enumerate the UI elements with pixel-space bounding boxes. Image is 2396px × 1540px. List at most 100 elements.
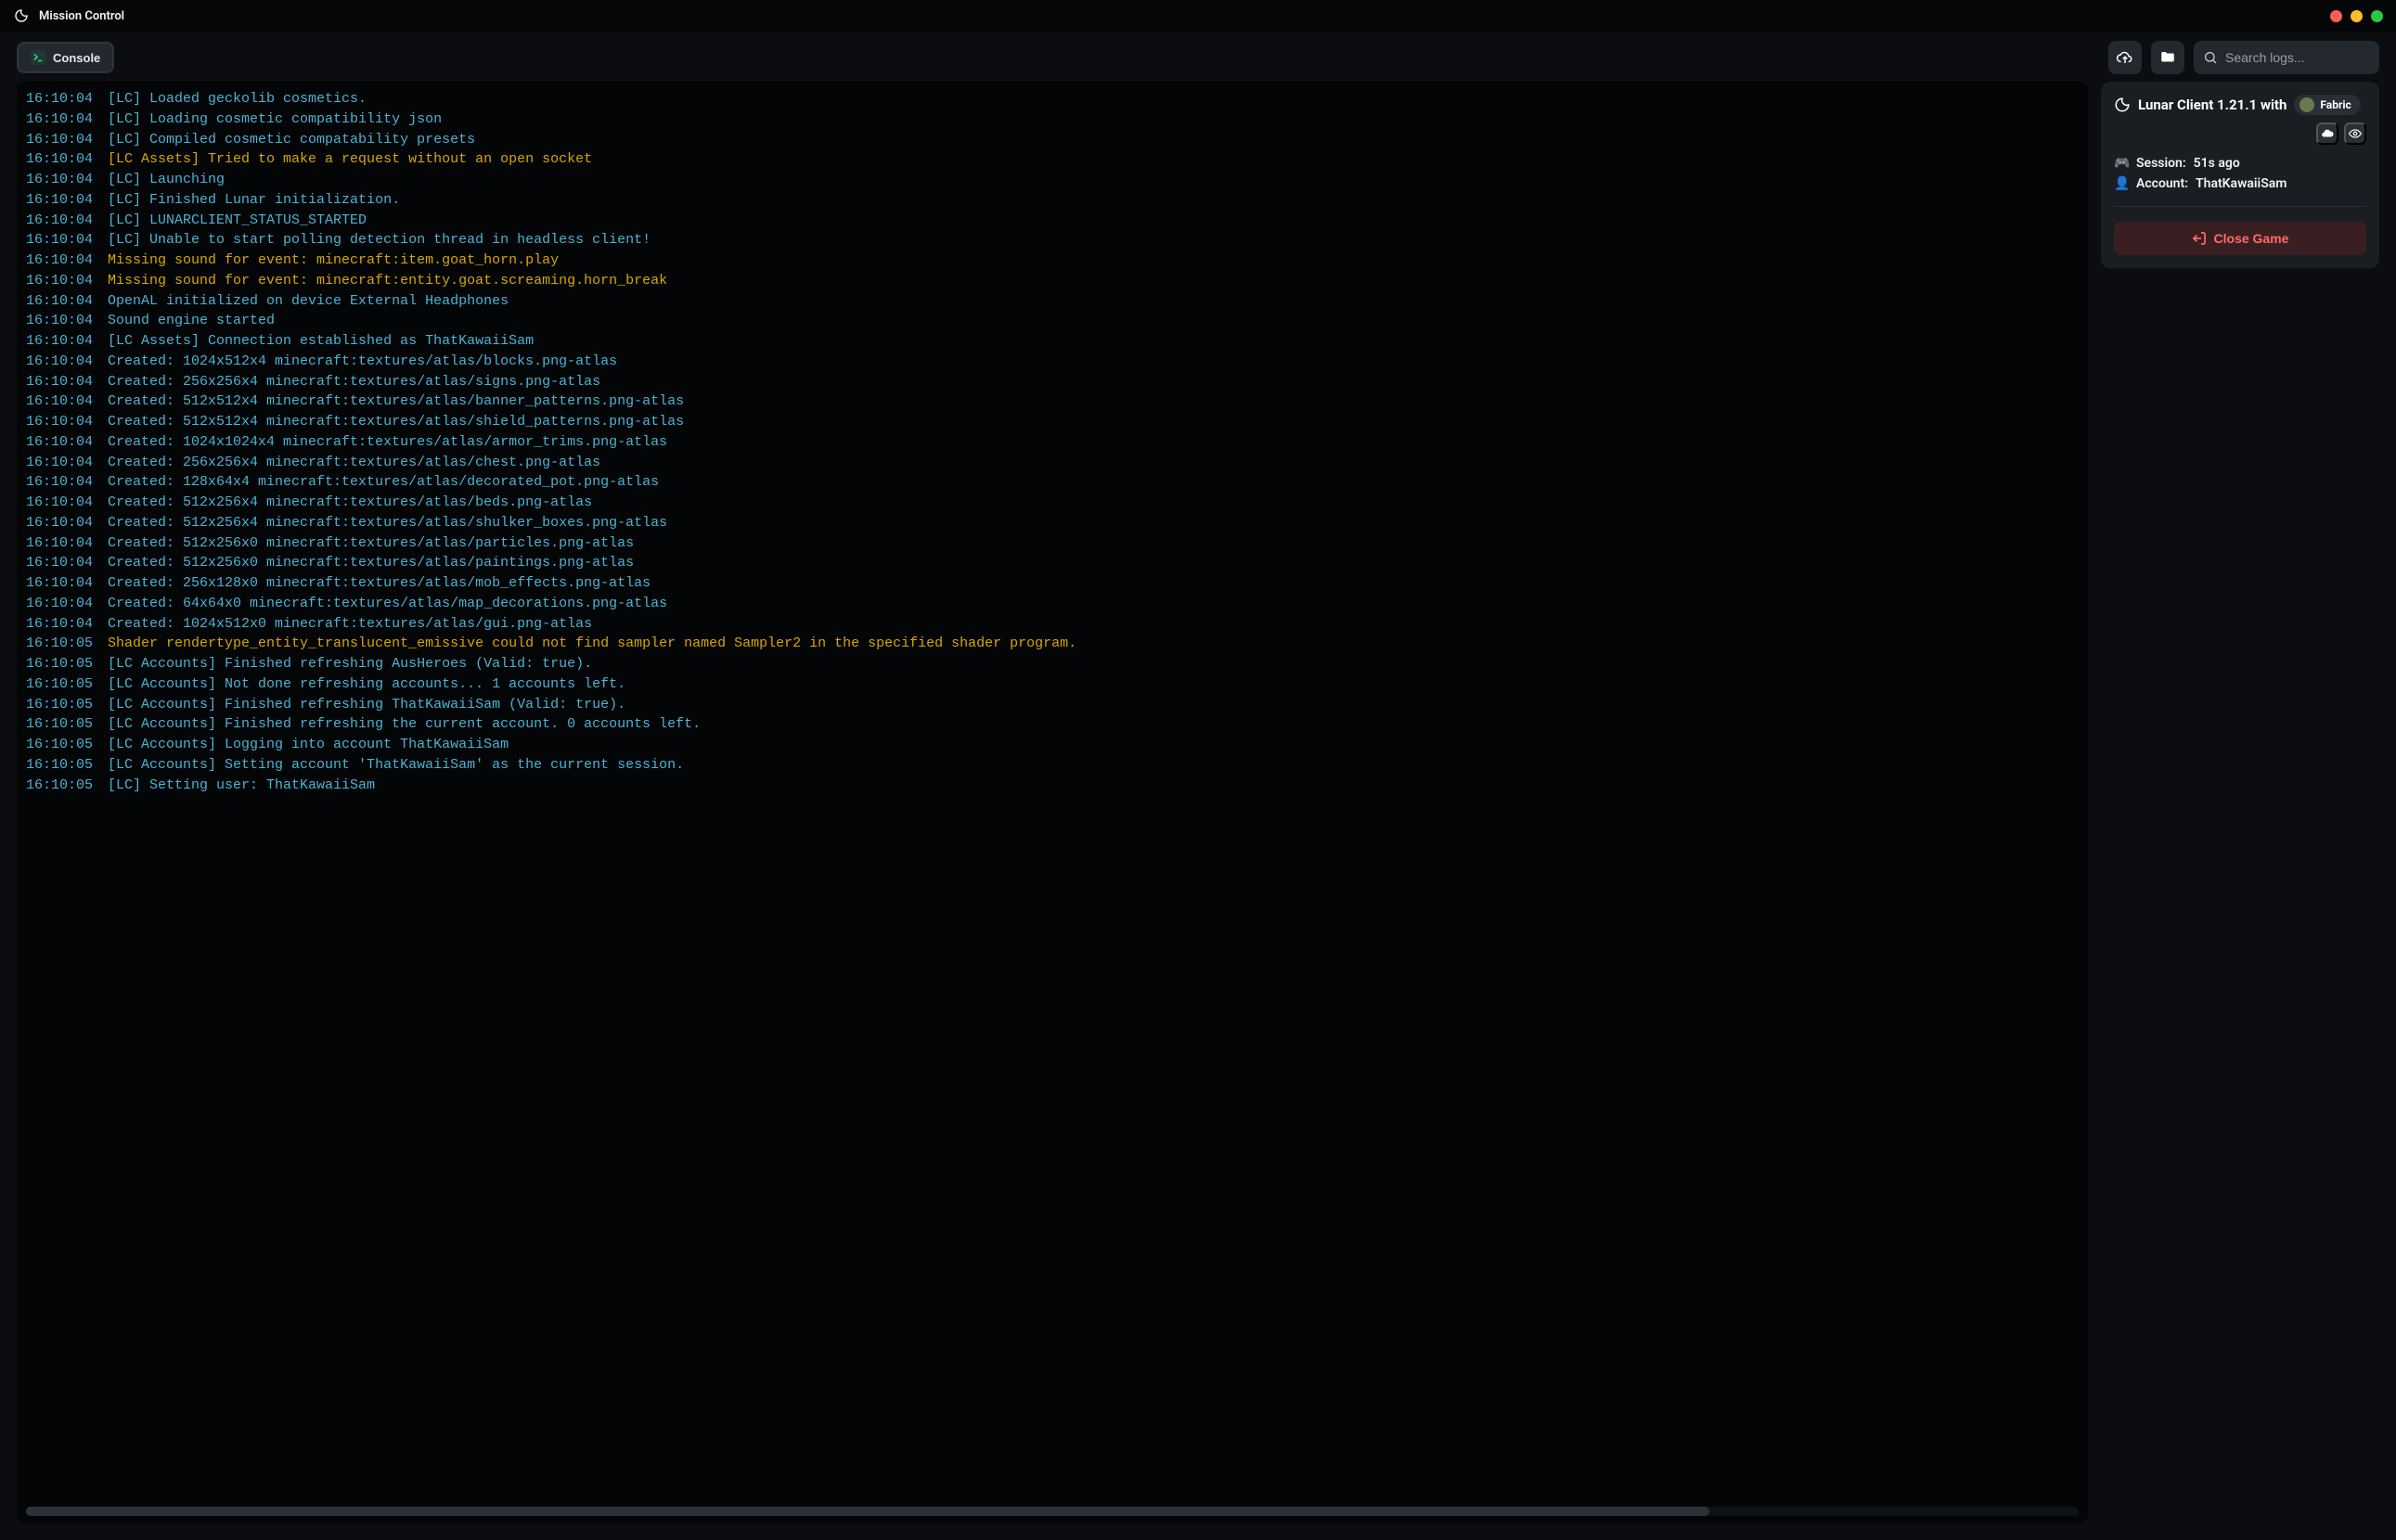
game-title: Lunar Client 1.21.1 with [2138,96,2287,113]
log-message: Created: 128x64x4 minecraft:textures/atl… [108,472,659,493]
cloud-icon [2321,127,2334,140]
account-row: 👤 Account: ThatKawaiiSam [2114,176,2366,191]
close-game-label: Close Game [2214,231,2289,246]
account-label: Account: [2136,176,2188,191]
log-message: Created: 512x512x4 minecraft:textures/at… [108,412,684,432]
log-line: 16:10:04Missing sound for event: minecra… [26,250,2079,271]
log-timestamp: 16:10:04 [26,211,93,231]
app-title: Mission Control [39,9,124,23]
log-timestamp: 16:10:04 [26,170,93,190]
log-line: 16:10:05[LC] Setting user: ThatKawaiiSam [26,776,2079,796]
log-timestamp: 16:10:04 [26,190,93,211]
gamepad-icon: 🎮 [2114,156,2129,171]
log-message: Created: 512x256x4 minecraft:textures/at… [108,513,667,533]
log-message: [LC] Compiled cosmetic compatability pre… [108,130,475,150]
visibility-button[interactable] [2344,122,2366,145]
log-line: 16:10:04 Created: 1024x1024x4 minecraft:t… [26,432,2079,453]
console-tab-label: Console [53,51,100,65]
log-timestamp: 16:10:04 [26,432,93,453]
toolbar: Console [0,32,2396,82]
folder-icon [2159,49,2176,66]
log-message: Sound engine started [108,311,275,331]
account-value: ThatKawaiiSam [2196,176,2287,191]
search-field[interactable] [2194,41,2379,74]
window-maximize-button[interactable] [2371,10,2383,22]
log-line: 16:10:05[LC Accounts] Setting account 'T… [26,755,2079,776]
log-message: Missing sound for event: minecraft:entit… [108,271,667,291]
log-line: 16:10:04Created: 256x256x4 minecraft:tex… [26,453,2079,473]
log-line: 16:10:04Created: 256x256x4 minecraft:tex… [26,372,2079,392]
log-timestamp: 16:10:04 [26,291,93,312]
horizontal-scrollbar-thumb[interactable] [26,1507,1709,1516]
log-message: Created: 64x64x0 minecraft:textures/atla… [108,594,667,614]
titlebar: Mission Control [0,0,2396,32]
log-timestamp: 16:10:04 [26,472,93,493]
log-message: Shader rendertype_entity_translucent_emi… [108,634,1076,654]
log-line: 16:10:04[LC Assets] Connection establish… [26,331,2079,352]
eye-icon [2349,127,2362,140]
log-timestamp: 16:10:05 [26,776,93,796]
log-line: 16:10:04Created: 512x256x0 minecraft:tex… [26,533,2079,554]
log-timestamp: 16:10:04 [26,453,93,473]
cloud-upload-icon [2117,49,2133,66]
open-folder-button[interactable] [2151,41,2184,74]
log-timestamp: 16:10:04 [26,412,93,432]
log-message: [LC Accounts] Not done refreshing accoun… [108,674,625,695]
log-line: 16:10:04 Created: 128x64x4 minecraft:text… [26,472,2079,493]
mod-loader-label: Fabric [2320,98,2351,111]
session-row: 🎮 Session: 51s ago [2114,156,2366,171]
log-timestamp: 16:10:04 [26,149,93,170]
upload-button[interactable] [2108,41,2142,74]
titlebar-left: Mission Control [13,7,124,24]
log-timestamp: 16:10:04 [26,533,93,554]
toolbar-left: Console [17,42,114,73]
log-line: 16:10:05[LC Accounts] Finished refreshin… [26,654,2079,674]
log-message: Created: 256x256x4 minecraft:textures/at… [108,372,600,392]
log-message: Created: 256x128x0 minecraft:textures/at… [108,573,651,594]
log-timestamp: 16:10:04 [26,230,93,250]
log-line: 16:10:04[LC] Loaded geckolib cosmetics. [26,89,2079,109]
close-game-button[interactable]: Close Game [2114,222,2366,255]
log-line: 16:10:04 [LC] LUNARCLIENT_STATUS_STARTED [26,211,2079,231]
log-line: 16:10:04Created: 512x256x4 minecraft:tex… [26,493,2079,513]
log-message: [LC Assets] Connection established as Th… [108,331,534,352]
log-message: [LC] Loading cosmetic compatibility json [108,109,442,130]
log-timestamp: 16:10:05 [26,714,93,735]
exit-icon [2192,231,2207,246]
log-timestamp: 16:10:05 [26,634,93,654]
log-line: 16:10:04[LC] Compiled cosmetic compatabi… [26,130,2079,150]
log-message: [LC] LUNARCLIENT_STATUS_STARTED [108,211,367,231]
log-line: 16:10:04[LC] Finished Lunar initializati… [26,190,2079,211]
horizontal-scrollbar[interactable] [26,1507,2079,1516]
console-panel: 16:10:04[LC] Loaded geckolib cosmetics.1… [17,82,2088,1523]
console-tab-button[interactable]: Console [17,42,114,73]
log-timestamp: 16:10:04 [26,614,93,635]
log-line: 16:10:04[LC] Launching [26,170,2079,190]
log-message: Created: 512x256x0 minecraft:textures/at… [108,553,634,573]
window-minimize-button[interactable] [2351,10,2363,22]
toolbar-right [2108,41,2379,74]
session-value: 51s ago [2194,156,2240,171]
log-timestamp: 16:10:04 [26,352,93,372]
log-timestamp: 16:10:04 [26,271,93,291]
sidebar-meta: 🎮 Session: 51s ago 👤 Account: ThatKawaii… [2114,156,2366,191]
cloud-button[interactable] [2316,122,2338,145]
search-input[interactable] [2225,50,2370,65]
window-close-button[interactable] [2330,10,2342,22]
log-timestamp: 16:10:04 [26,109,93,130]
app-logo-icon [13,7,30,24]
log-timestamp: 16:10:05 [26,654,93,674]
log-line: 16:10:04[LC] Unable to start polling det… [26,230,2079,250]
log-line: 16:10:04Created: 1024x512x0 minecraft:te… [26,614,2079,635]
log-line: 16:10:04 OpenAL initialized on device Ext… [26,291,2079,312]
log-message: [LC Accounts] Setting account 'ThatKawai… [108,755,684,776]
divider [2114,206,2366,207]
body: 16:10:04[LC] Loaded geckolib cosmetics.1… [0,82,2396,1540]
log-message: Created: 1024x1024x4 minecraft:textures/… [108,432,667,453]
log-line: 16:10:05 Shader rendertype_entity_translu… [26,634,2079,654]
log-message: OpenAL initialized on device External He… [108,291,509,312]
log-timestamp: 16:10:04 [26,513,93,533]
avatar-icon: 👤 [2114,176,2129,191]
log-timestamp: 16:10:04 [26,89,93,109]
log-view[interactable]: 16:10:04[LC] Loaded geckolib cosmetics.1… [17,82,2088,1503]
